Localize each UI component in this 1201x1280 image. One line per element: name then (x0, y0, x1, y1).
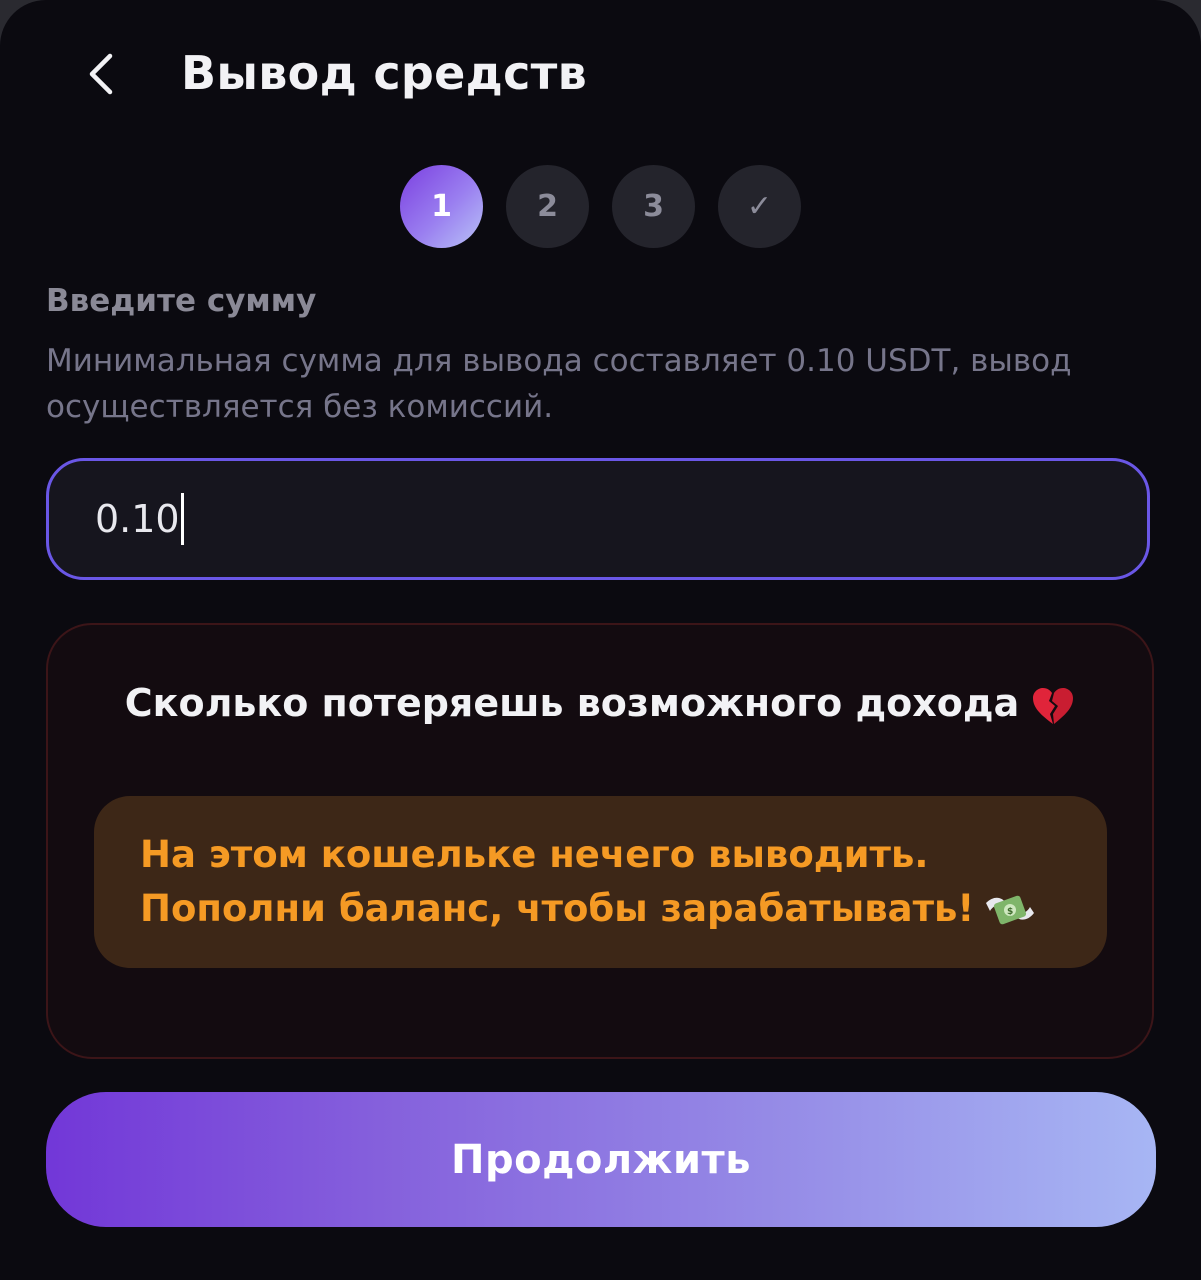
loss-card-title-row: Сколько потеряешь возможного дохода (48, 681, 1152, 726)
withdraw-screen: Вывод средств 1 2 3 ✓ Введите сумму Мини… (0, 0, 1201, 1280)
money-with-wings-icon: $ (986, 895, 1035, 924)
svg-text:$: $ (1007, 907, 1013, 917)
amount-value: 0.10 (95, 497, 180, 541)
loss-card-title: Сколько потеряешь возможного дохода (124, 681, 1020, 725)
income-loss-card: Сколько потеряешь возможного дохода На э… (46, 623, 1154, 1059)
continue-button-label: Продолжить (451, 1136, 751, 1183)
progress-stepper: 1 2 3 ✓ (400, 165, 801, 248)
amount-hint: Минимальная сумма для вывода составляет … (46, 343, 1072, 425)
page-title: Вывод средств (181, 46, 588, 100)
back-button[interactable] (70, 44, 130, 104)
continue-button[interactable]: Продолжить (46, 1092, 1156, 1227)
step-done: ✓ (718, 165, 801, 248)
notice-line-2-row: Пополни баланс, чтобы зарабатывать! $ (140, 882, 1061, 936)
amount-label: Введите сумму (46, 283, 317, 319)
step-1: 1 (400, 165, 483, 248)
step-2: 2 (506, 165, 589, 248)
chevron-left-icon (89, 53, 113, 95)
text-caret (180, 493, 184, 545)
broken-heart-icon (1033, 687, 1074, 724)
step-3: 3 (612, 165, 695, 248)
empty-wallet-notice: На этом кошельке нечего выводить. Пополн… (94, 796, 1107, 968)
notice-line-1: На этом кошельке нечего выводить. (140, 833, 929, 876)
notice-line-2: Пополни баланс, чтобы зарабатывать! (140, 887, 975, 930)
amount-input[interactable]: 0.10 (46, 458, 1150, 580)
